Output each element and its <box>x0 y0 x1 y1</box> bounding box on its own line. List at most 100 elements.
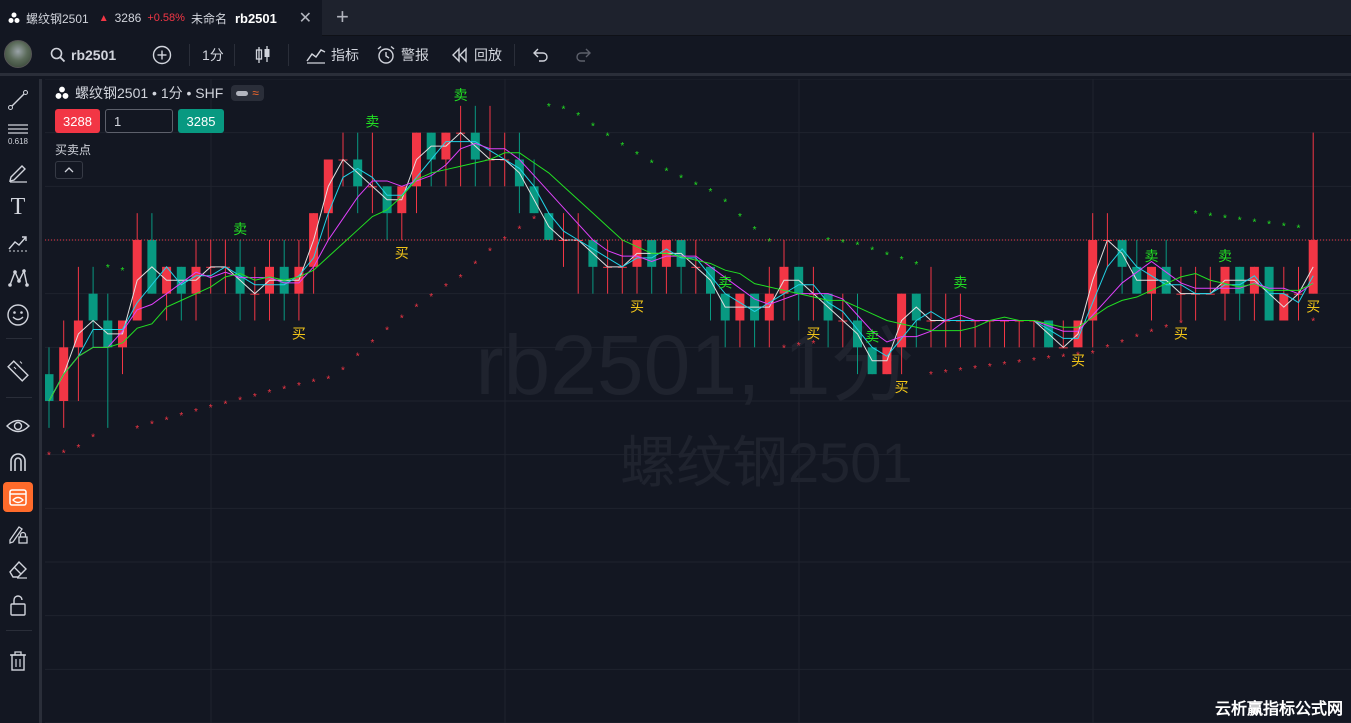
forecast-tool[interactable] <box>3 227 33 257</box>
tab-change-percent: +0.58% <box>147 12 185 24</box>
drawing-toolbar: 0.618 T <box>0 79 42 723</box>
sar-dot: * <box>826 236 830 247</box>
rewind-icon <box>452 46 467 63</box>
brush-tool[interactable] <box>3 157 33 187</box>
legend-toggles[interactable]: ≈ <box>231 85 264 101</box>
eraser-button[interactable] <box>3 554 33 584</box>
toolbar-divider <box>234 44 235 66</box>
magnet-mode-button[interactable] <box>3 447 33 477</box>
sar-dot: * <box>1238 215 1242 226</box>
toolbar-divider <box>514 44 515 66</box>
sar-dot: * <box>459 273 463 284</box>
alerts-button[interactable]: 警报 <box>376 36 429 73</box>
chart-legend[interactable]: 螺纹钢2501 • 1分 • SHF ≈ <box>55 83 264 103</box>
sar-dot: * <box>591 122 595 133</box>
collapse-indicators-button[interactable] <box>55 161 83 179</box>
redo-button[interactable] <box>575 36 598 73</box>
sell-signal-label: 卖 <box>953 276 967 292</box>
sar-dot: * <box>326 374 330 385</box>
alerts-label: 警报 <box>401 46 429 63</box>
fib-tool[interactable]: 0.618 <box>3 119 33 149</box>
exchange-logo-icon <box>8 12 20 23</box>
sar-dot: * <box>767 237 771 248</box>
undo-button[interactable] <box>531 36 554 73</box>
replay-button[interactable]: 回放 <box>451 36 502 73</box>
toolbar-divider <box>189 44 190 66</box>
sar-dot: * <box>1061 352 1065 363</box>
alarm-clock-icon <box>377 45 395 64</box>
text-tool[interactable]: T <box>3 192 33 222</box>
sar-dot: * <box>135 424 139 435</box>
sell-signal-label: 卖 <box>365 115 379 131</box>
measure-tool[interactable] <box>3 356 33 386</box>
eye-icon <box>6 419 30 433</box>
lock-drawings-button[interactable] <box>3 590 33 620</box>
indicator-name[interactable]: 买卖点 <box>55 141 91 158</box>
user-avatar[interactable] <box>4 40 32 68</box>
interval-button[interactable]: 1分 <box>202 36 224 73</box>
sar-dot: * <box>635 150 639 161</box>
sar-dot: * <box>650 158 654 169</box>
sar-dot: * <box>1267 219 1271 230</box>
trend-line-icon <box>8 90 28 110</box>
symbol-search-value: rb2501 <box>71 46 117 63</box>
chart-type-button[interactable] <box>254 36 277 73</box>
chart-tab[interactable]: 螺纹钢2501 ▲ 3286 +0.58% 未命名 rb2501 ✕ <box>0 0 322 36</box>
sar-dot: * <box>782 343 786 354</box>
sar-dot: * <box>973 364 977 375</box>
hide-drawings-button[interactable] <box>3 482 33 512</box>
sell-signal-label: 卖 <box>454 88 468 104</box>
interval-label: 1分 <box>202 46 224 63</box>
delete-drawings-button[interactable] <box>3 646 33 676</box>
sell-button[interactable]: 3288 <box>55 109 100 133</box>
sar-dot: * <box>1120 338 1124 349</box>
trend-line-tool[interactable] <box>3 85 33 115</box>
sar-dot: * <box>988 362 992 373</box>
sell-signal-label: 卖 <box>1218 249 1232 265</box>
wave-icon: ≈ <box>252 86 259 100</box>
sar-dot: * <box>370 338 374 349</box>
buy-signal-label: 买 <box>630 300 644 316</box>
pattern-tool[interactable] <box>3 263 33 293</box>
sar-dot: * <box>532 215 536 226</box>
sell-signal-label: 卖 <box>865 329 879 345</box>
sar-dot: * <box>209 403 213 414</box>
sar-dot: * <box>914 260 918 271</box>
sar-dot: * <box>76 443 80 454</box>
tab-layout-name: 未命名 <box>190 11 227 26</box>
sar-dot: * <box>900 255 904 266</box>
lock-edit-button[interactable] <box>3 519 33 549</box>
emoji-tool[interactable] <box>3 300 33 330</box>
sar-dot: * <box>679 174 683 185</box>
sar-dot: * <box>1150 328 1154 339</box>
compare-symbol-button[interactable] <box>152 36 177 73</box>
buy-signal-label: 买 <box>1071 353 1085 369</box>
chart-watermark-name: 螺纹钢2501 <box>620 431 913 494</box>
sar-dot: * <box>1223 213 1227 224</box>
sar-dot: * <box>1047 354 1051 365</box>
sar-dot: * <box>297 381 301 392</box>
hide-legend-icon <box>236 90 249 96</box>
price-chart[interactable]: rb2501, 1分 螺纹钢2501 * * * * * * * * * * * * * * * * * * * * *… <box>45 79 1351 723</box>
sar-dot: * <box>429 292 433 303</box>
sar-dot: * <box>1164 323 1168 334</box>
sar-dot: * <box>1017 358 1021 369</box>
sar-dot: * <box>150 420 154 431</box>
symbol-search-button[interactable]: rb2501 <box>50 36 116 73</box>
new-tab-button[interactable]: + <box>336 4 349 30</box>
close-tab-icon[interactable]: ✕ <box>299 8 312 28</box>
show-objects-button[interactable] <box>3 411 33 441</box>
brush-icon <box>9 165 27 183</box>
sar-dot: * <box>385 325 389 336</box>
indicators-icon <box>306 48 326 64</box>
sar-dot: * <box>312 378 316 389</box>
indicators-button[interactable]: 指标 <box>306 36 359 73</box>
sar-dot: * <box>694 181 698 192</box>
quantity-input[interactable]: 1 <box>105 109 173 133</box>
sar-dot: * <box>356 351 360 362</box>
sar-dot: * <box>753 225 757 236</box>
add-circle-icon <box>152 45 172 64</box>
search-icon <box>50 47 66 62</box>
fib-tool-label: 0.618 <box>8 137 29 146</box>
buy-button[interactable]: 3285 <box>178 109 224 133</box>
